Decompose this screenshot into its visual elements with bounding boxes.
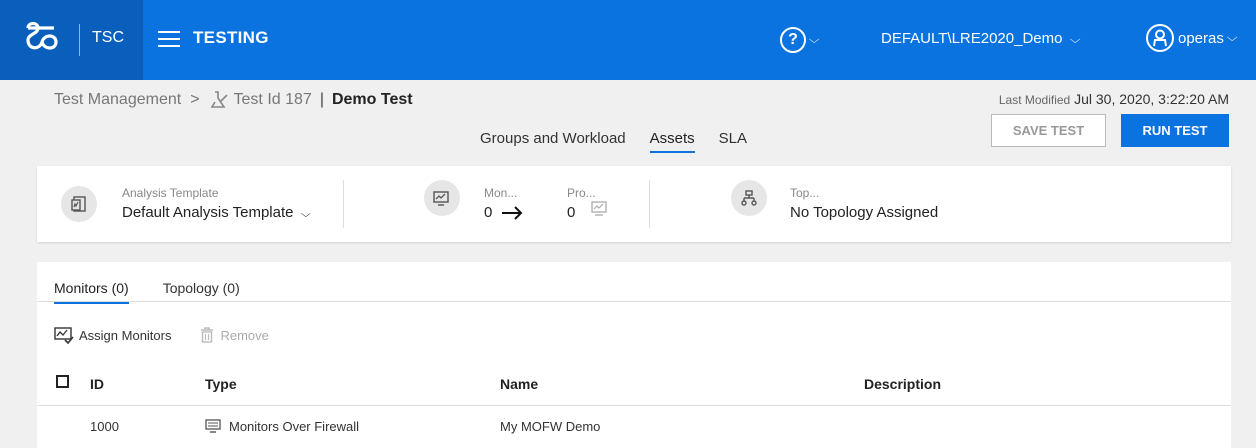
last-modified: Last Modified Jul 30, 2020, 3:22:20 AM xyxy=(999,91,1229,107)
tenant-selector[interactable]: DEFAULT\LRE2020_Demo ⌵ xyxy=(881,30,1081,47)
column-header-name[interactable]: Name xyxy=(500,376,538,392)
product-name: TSC xyxy=(92,29,124,46)
divider xyxy=(37,405,1231,406)
assign-monitors-icon xyxy=(54,327,74,344)
arrow-right-icon[interactable] xyxy=(501,206,523,220)
divider xyxy=(649,180,650,228)
topology-label: Top... xyxy=(790,186,820,200)
analysis-template-label: Analysis Template xyxy=(122,186,219,200)
breadcrumb-test-id: Test Id 187 xyxy=(233,91,312,108)
run-test-button[interactable]: RUN TEST xyxy=(1121,114,1229,147)
remove-label: Remove xyxy=(220,327,269,343)
profiles-label: Pro... xyxy=(567,186,596,200)
assign-monitors-label: Assign Monitors xyxy=(79,327,172,343)
chevron-down-icon: ⌵ xyxy=(808,33,820,46)
cell-type-label: Monitors Over Firewall xyxy=(229,419,360,434)
save-test-button[interactable]: SAVE TEST xyxy=(991,114,1106,147)
column-header-id[interactable]: ID xyxy=(90,376,104,392)
test-name[interactable]: Demo Test xyxy=(332,91,413,109)
test-flask-icon xyxy=(210,91,228,108)
monitor-profile-icon xyxy=(591,201,607,216)
logo-icon xyxy=(26,21,58,50)
assets-summary-card: Analysis Template Default Analysis Templ… xyxy=(37,166,1231,242)
menu-icon[interactable] xyxy=(158,31,180,49)
tab-sla[interactable]: SLA xyxy=(719,130,747,153)
user-menu[interactable]: operas ⌵ xyxy=(1146,24,1238,52)
divider xyxy=(343,180,344,228)
trash-icon xyxy=(201,327,214,343)
last-modified-value: Jul 30, 2020, 3:22:20 AM xyxy=(1074,91,1229,107)
table-row[interactable]: 1000 Monitors Over Firewall My MOFW Demo xyxy=(37,412,1231,442)
test-header: Test Management > Test Id 187 | Demo Tes… xyxy=(37,80,1231,162)
breadcrumb: Test Management > Test Id 187 | Demo Tes… xyxy=(54,90,413,110)
last-modified-label: Last Modified xyxy=(998,93,1071,107)
help-menu[interactable]: ? ⌵ xyxy=(780,26,820,54)
app-title: TESTING xyxy=(193,28,269,47)
user-name: operas xyxy=(1178,29,1224,47)
table-header: ID Type Name Description xyxy=(37,370,1231,398)
tab-assets[interactable]: Assets xyxy=(649,130,695,153)
monitors-toolbar: Assign Monitors Remove xyxy=(54,326,297,344)
tenant-name: DEFAULT\LRE2020_Demo xyxy=(881,30,1063,47)
remove-button[interactable]: Remove xyxy=(199,326,269,344)
cell-type: Monitors Over Firewall xyxy=(205,419,359,434)
question-circle-icon: ? xyxy=(780,27,806,53)
tab-groups-and-workload[interactable]: Groups and Workload xyxy=(480,130,626,153)
analysis-template-selector[interactable]: Default Analysis Template ⌵ xyxy=(122,204,311,221)
assign-monitors-button[interactable]: Assign Monitors xyxy=(54,326,171,344)
breadcrumb-root[interactable]: Test Management xyxy=(54,91,181,109)
user-avatar-icon xyxy=(1146,24,1174,52)
monitors-count: 0 xyxy=(484,204,493,221)
cell-name: My MOFW Demo xyxy=(500,419,601,434)
cell-id: 1000 xyxy=(90,419,119,434)
topology-value[interactable]: No Topology Assigned xyxy=(790,204,938,221)
chevron-down-icon: ⌵ xyxy=(300,209,311,220)
column-header-description[interactable]: Description xyxy=(864,376,941,392)
logo-area: TSC xyxy=(0,0,143,80)
column-header-type[interactable]: Type xyxy=(205,376,237,392)
chevron-down-icon: ⌵ xyxy=(1226,31,1238,44)
divider xyxy=(37,301,1231,302)
select-all-checkbox[interactable] xyxy=(56,375,69,388)
monitors-label: Mon... xyxy=(484,186,518,200)
topology-icon xyxy=(731,180,767,216)
monitors-icon xyxy=(424,180,460,216)
breadcrumb-pipe: | xyxy=(319,91,324,108)
logo-divider xyxy=(79,24,80,56)
monitor-computer-icon xyxy=(205,419,221,433)
monitors-panel: Monitors (0) Topology (0) Assign Monitor… xyxy=(37,262,1231,448)
analysis-template-icon xyxy=(61,186,97,222)
test-tabs: Groups and Workload Assets SLA xyxy=(480,130,771,153)
breadcrumb-separator: > xyxy=(190,91,200,108)
chevron-down-icon: ⌵ xyxy=(1069,34,1081,46)
top-navigation-bar: TSC TESTING ? ⌵ DEFAULT\LRE2020_Demo ⌵ o… xyxy=(0,0,1256,80)
profiles-count: 0 xyxy=(567,204,576,221)
analysis-template-value: Default Analysis Template xyxy=(122,204,294,221)
